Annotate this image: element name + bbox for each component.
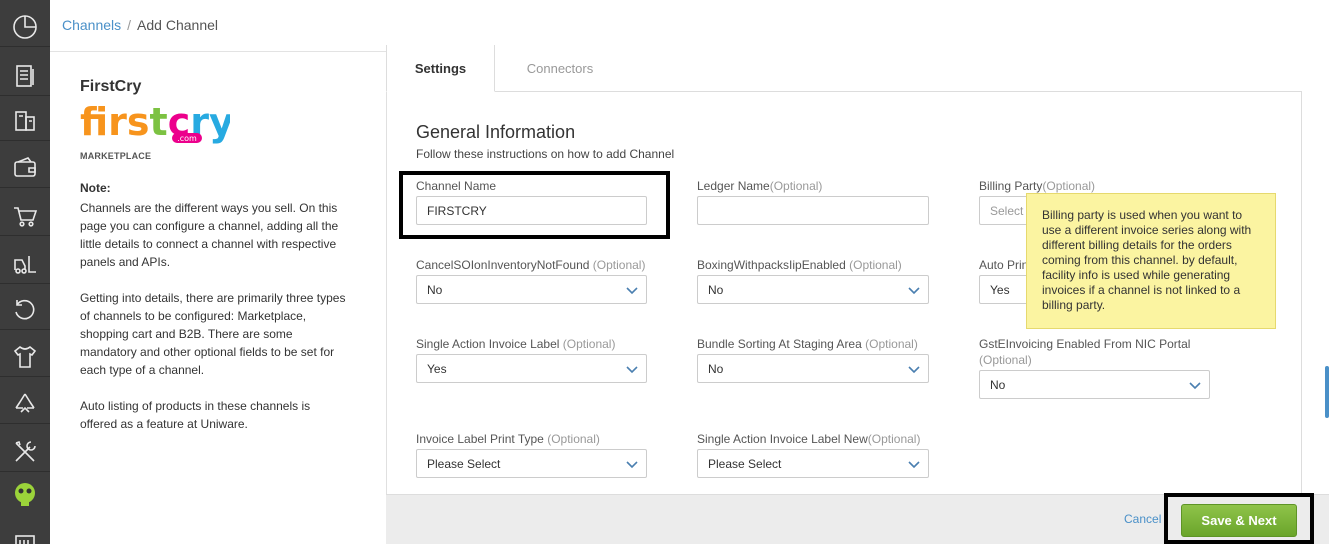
chevron-down-icon bbox=[908, 366, 920, 374]
logo-domain: .com bbox=[177, 134, 197, 143]
note-heading: Note: bbox=[80, 181, 111, 195]
breadcrumb: Channels / Add Channel bbox=[62, 17, 218, 33]
breadcrumb-current: Add Channel bbox=[137, 17, 218, 33]
chevron-down-icon bbox=[626, 461, 638, 469]
channel-title: FirstCry bbox=[80, 78, 142, 95]
channel-info-panel: FirstCry firstcry .com MARKETPLACE Note:… bbox=[50, 53, 386, 544]
ledger-name-label: Ledger Name(Optional) bbox=[697, 179, 822, 193]
bundle-sorting-value: No bbox=[708, 361, 724, 376]
chevron-down-icon bbox=[626, 287, 638, 295]
bundle-sorting-label-text: Bundle Sorting At Staging Area bbox=[697, 337, 862, 351]
dashboard-icon[interactable] bbox=[0, 7, 50, 47]
cancel-so-label: CancelSOIonInventoryNotFound (Optional) bbox=[416, 258, 645, 272]
billing-party-tooltip: Billing party is used when you want to u… bbox=[1026, 193, 1276, 329]
tab-settings[interactable]: Settings bbox=[386, 45, 495, 92]
returns-icon[interactable] bbox=[0, 290, 50, 330]
sidebar bbox=[0, 0, 50, 544]
invoice-label-print-value: Please Select bbox=[427, 456, 501, 471]
single-action-label-new-select[interactable]: Please Select bbox=[697, 449, 929, 478]
gst-einvoicing-select[interactable]: No bbox=[979, 370, 1210, 399]
cancel-so-label-text: CancelSOIonInventoryNotFound bbox=[416, 258, 590, 272]
cart-icon[interactable] bbox=[0, 196, 50, 236]
billing-party-placeholder: Select bbox=[990, 203, 1024, 218]
breadcrumb-channels-link[interactable]: Channels bbox=[62, 17, 121, 33]
invoice-label-print-label: Invoice Label Print Type (Optional) bbox=[416, 432, 600, 446]
orders-icon[interactable] bbox=[0, 56, 50, 96]
channel-type: MARKETPLACE bbox=[80, 151, 152, 161]
bundle-sorting-optional: (Optional) bbox=[865, 337, 918, 351]
apparel-icon[interactable] bbox=[0, 337, 50, 377]
cancel-so-select[interactable]: No bbox=[416, 275, 647, 304]
auto-print-label: Auto Prin bbox=[979, 258, 1029, 272]
note-paragraph-2: Getting into details, there are primaril… bbox=[80, 291, 346, 377]
boxing-label-text: BoxingWithpacksIipEnabled bbox=[697, 258, 846, 272]
wallet-icon[interactable] bbox=[0, 148, 50, 188]
single-action-label-text: Single Action Invoice Label bbox=[416, 337, 560, 351]
mascot-icon[interactable] bbox=[0, 474, 50, 514]
bundle-sorting-select[interactable]: No bbox=[697, 354, 929, 383]
cancel-so-value: No bbox=[427, 282, 443, 297]
cancel-so-optional: (Optional) bbox=[592, 258, 646, 272]
gst-einvoicing-label: GstEInvoicing Enabled From NIC Portal bbox=[979, 337, 1191, 351]
billing-party-label-text: Billing Party bbox=[979, 179, 1043, 193]
ledger-name-label-text: Ledger Name bbox=[697, 179, 770, 193]
single-action-label-new-value: Please Select bbox=[708, 456, 782, 471]
chevron-down-icon bbox=[1189, 382, 1201, 390]
boxing-label: BoxingWithpacksIipEnabled (Optional) bbox=[697, 258, 902, 272]
section-title: General Information bbox=[416, 122, 576, 142]
scrollbar-indicator[interactable] bbox=[1325, 366, 1329, 418]
tab-divider bbox=[495, 91, 1301, 92]
save-button-highlight bbox=[1164, 493, 1314, 544]
boxing-optional: (Optional) bbox=[849, 258, 902, 272]
section-subtitle: Follow these instructions on how to add … bbox=[416, 147, 675, 161]
auto-print-value: Yes bbox=[990, 282, 1010, 297]
boxing-value: No bbox=[708, 282, 724, 297]
note-paragraph-3: Auto listing of products in these channe… bbox=[80, 399, 311, 431]
billing-party-optional: (Optional) bbox=[1042, 179, 1096, 193]
invoice-label-print-text: Invoice Label Print Type bbox=[416, 432, 544, 446]
breadcrumb-separator: / bbox=[127, 17, 132, 33]
single-action-label-select[interactable]: Yes bbox=[416, 354, 647, 383]
recycle-icon[interactable] bbox=[0, 384, 50, 424]
tab-bar: Settings Connectors bbox=[386, 45, 1329, 92]
channel-name-highlight bbox=[399, 171, 670, 239]
bundle-sorting-label: Bundle Sorting At Staging Area (Optional… bbox=[697, 337, 918, 351]
single-action-label-value: Yes bbox=[427, 361, 447, 376]
single-action-label-label: Single Action Invoice Label (Optional) bbox=[416, 337, 615, 351]
boxing-select[interactable]: No bbox=[697, 275, 929, 304]
invoice-label-print-optional: (Optional) bbox=[547, 432, 600, 446]
chevron-down-icon bbox=[908, 461, 920, 469]
forklift-icon[interactable] bbox=[0, 244, 50, 284]
tab-connectors[interactable]: Connectors bbox=[495, 45, 625, 92]
single-action-label-new-text: Single Action Invoice Label New bbox=[697, 432, 868, 446]
reports-icon[interactable] bbox=[0, 520, 50, 544]
single-action-label-optional: (Optional) bbox=[562, 337, 616, 351]
single-action-label-new-label: Single Action Invoice Label New(Optional… bbox=[697, 432, 920, 446]
firstcry-logo: firstcry .com bbox=[80, 101, 230, 144]
cancel-link[interactable]: Cancel bbox=[1124, 512, 1161, 526]
gst-einvoicing-value: No bbox=[990, 377, 1006, 392]
note-paragraph-1: Channels are the different ways you sell… bbox=[80, 201, 339, 269]
ledger-name-optional: (Optional) bbox=[769, 179, 823, 193]
ledger-name-input[interactable] bbox=[697, 196, 929, 225]
logo-wordmark: firstcry bbox=[80, 101, 230, 144]
single-action-label-new-optional: (Optional) bbox=[867, 432, 921, 446]
tools-icon[interactable] bbox=[0, 432, 50, 472]
chevron-down-icon bbox=[626, 366, 638, 374]
panel-border bbox=[1301, 91, 1302, 494]
gst-einvoicing-optional: (Optional) bbox=[979, 353, 1032, 367]
shipping-icon[interactable] bbox=[0, 101, 50, 141]
invoice-label-print-select[interactable]: Please Select bbox=[416, 449, 647, 478]
billing-party-label: Billing Party(Optional) bbox=[979, 179, 1095, 193]
chevron-down-icon bbox=[908, 287, 920, 295]
